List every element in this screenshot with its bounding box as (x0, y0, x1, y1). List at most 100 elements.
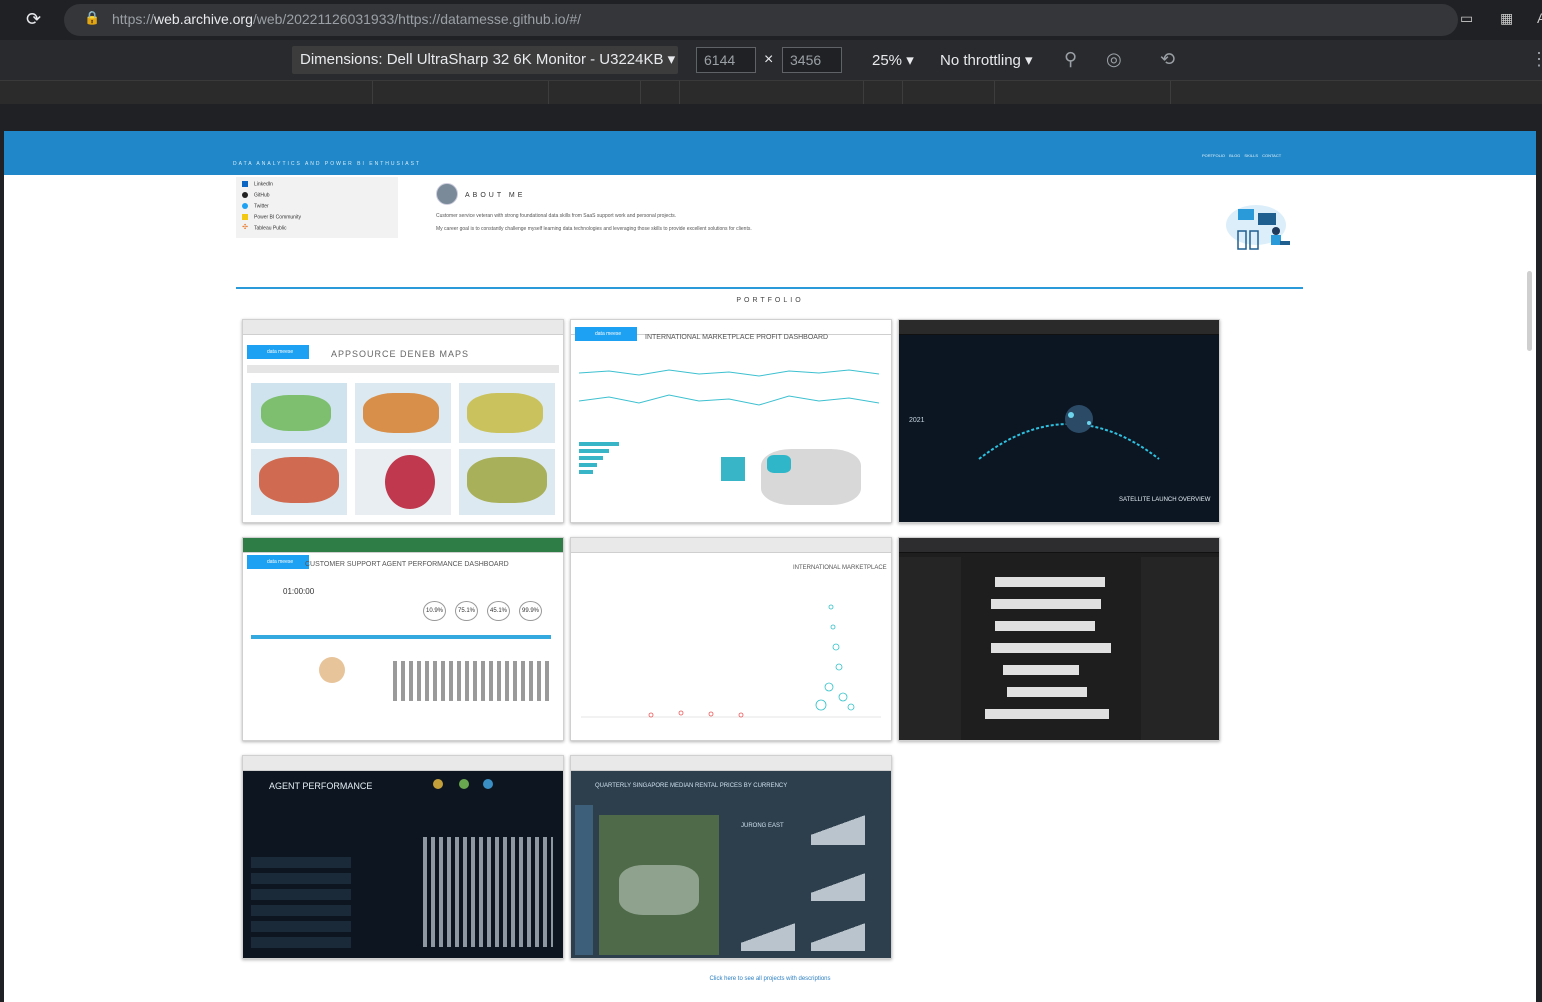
browser-toolbar: ⟳ 🔒 https://web.archive.org/web/20221126… (0, 0, 1542, 40)
reload-icon[interactable]: ⟳ (26, 9, 41, 30)
map-thumbnail (355, 449, 451, 515)
nav-portfolio[interactable]: PORTFOLIO (1202, 153, 1225, 158)
thumb-browser-bar (899, 320, 1219, 335)
height-input[interactable]: 3456 (782, 47, 842, 73)
agent-list (251, 857, 351, 953)
world-map-thumbnail (761, 449, 861, 505)
map-thumbnail (459, 383, 555, 443)
toolbox-panel (899, 557, 961, 740)
overflow-icon[interactable]: A (1537, 10, 1542, 26)
powerbi-icon (242, 214, 248, 220)
dimensions-select[interactable]: Dimensions: Dell UltraSharp 32 6K Monito… (292, 46, 678, 74)
project-card-ssis-package[interactable] (898, 537, 1220, 741)
orbit-visual (978, 405, 1160, 460)
device-emulation-toolbar: Dimensions: Dell UltraSharp 32 6K Monito… (0, 40, 1542, 80)
twitter-icon (242, 203, 248, 209)
top-nav: PORTFOLIO BLOG SKILLS CONTACT (1202, 153, 1281, 158)
chevron-down-icon: ▾ (1025, 52, 1033, 69)
project-title: INTERNATIONAL MARKETPLACE PROFIT DASHBOA… (645, 334, 829, 341)
project-card-agent-performance[interactable]: AGENT PERFORMANCE (242, 755, 564, 959)
more-options-icon[interactable]: ⋮ (1530, 49, 1542, 70)
link-github[interactable]: GitHub (242, 192, 270, 198)
link-twitter[interactable]: Twitter (242, 203, 269, 209)
bar-chart-thumbnail (579, 439, 635, 519)
project-card-marketplace-scatter[interactable]: INTERNATIONAL MARKETPLACE (570, 537, 892, 741)
vision-icon[interactable]: ◎ (1106, 49, 1122, 70)
kpi-time: 01:00:00 (283, 587, 315, 596)
map-thumbnail (355, 383, 451, 443)
scatter-plot-thumbnail (581, 604, 881, 718)
emulated-viewport: DATA ANALYTICS AND POWER BI ENTHUSIAST P… (0, 104, 1542, 1002)
project-card-singapore-rental[interactable]: QUARTERLY SINGAPORE MEDIAN RENTAL PRICES… (570, 755, 892, 959)
section-divider (236, 287, 1303, 289)
kpi-circle: 10.9% (423, 601, 447, 621)
project-card-agent-dashboard[interactable]: data meese CUSTOMER SUPPORT AGENT PERFOR… (242, 537, 564, 741)
nav-contact[interactable]: CONTACT (1262, 153, 1281, 158)
site-header: DATA ANALYTICS AND POWER BI ENTHUSIAST P… (4, 131, 1536, 175)
about-line-2: My career goal is to constantly challeng… (436, 226, 752, 232)
lock-icon[interactable]: 🔒 (84, 10, 100, 26)
sensor-icon[interactable]: ⚲ (1064, 49, 1077, 70)
link-tableau[interactable]: ✣ Tableau Public (242, 224, 286, 231)
website-page: DATA ANALYTICS AND POWER BI ENTHUSIAST P… (4, 131, 1536, 1002)
device-toggle-icon[interactable]: ▭ (1460, 10, 1473, 27)
portfolio-title: PORTFOLIO (736, 297, 804, 304)
site-tagline: DATA ANALYTICS AND POWER BI ENTHUSIAST (233, 161, 421, 167)
bar-chart-thumbnail (423, 837, 553, 947)
kpi-circle: 99.9% (519, 601, 543, 621)
project-card-satellite-launch[interactable]: 2021 SATELLITE LAUNCH OVERVIEW (898, 319, 1220, 523)
brand-badge: data meese (247, 345, 309, 359)
nav-skills[interactable]: SKILLS (1244, 153, 1258, 158)
about-section: ABOUT ME Customer service veteran with s… (436, 183, 1186, 241)
thumb-browser-bar (243, 320, 563, 335)
project-title: CUSTOMER SUPPORT AGENT PERFORMANCE DASHB… (305, 561, 509, 568)
about-title: ABOUT ME (465, 192, 526, 199)
project-title: AGENT PERFORMANCE (269, 781, 373, 791)
kpi-circle: 45.1% (487, 601, 511, 621)
agent-avatar (319, 657, 345, 683)
link-linkedin[interactable]: LinkedIn (242, 181, 273, 187)
chevron-down-icon: ▾ (667, 51, 676, 68)
project-card-marketplace-dashboard[interactable]: data meese INTERNATIONAL MARKETPLACE PRO… (570, 319, 892, 523)
thumb-browser-bar (571, 538, 891, 553)
year-label: 2021 (909, 417, 925, 424)
width-input[interactable]: 6144 (696, 47, 756, 73)
line-chart-thumbnail (579, 369, 879, 406)
extensions-icon[interactable]: ▦ (1500, 10, 1513, 27)
linkedin-icon (242, 181, 248, 187)
nav-blog[interactable]: BLOG (1229, 153, 1240, 158)
kpi-circle: 75.1% (455, 601, 479, 621)
rotate-icon[interactable]: ⟲ (1160, 49, 1175, 70)
media-query-bar (0, 80, 1542, 105)
scrollbar-thumb[interactable] (1527, 271, 1532, 351)
workspace-illustration (1226, 205, 1290, 250)
throttling-select[interactable]: No throttling ▾ (940, 51, 1033, 69)
project-title: QUARTERLY SINGAPORE MEDIAN RENTAL PRICES… (595, 783, 788, 789)
see-all-projects-link[interactable]: Click here to see all projects with desc… (4, 976, 1536, 982)
thumb-browser-bar (899, 538, 1219, 553)
url-text[interactable]: https://web.archive.org/web/202211260319… (112, 11, 581, 27)
thumb-browser-bar (571, 756, 891, 771)
map-thumbnail (251, 383, 347, 443)
thumb-browser-bar (243, 538, 563, 553)
satellite-map-thumbnail (599, 815, 719, 955)
about-line-1: Customer service veteran with strong fou… (436, 213, 677, 219)
project-title: INTERNATIONAL MARKETPLACE (793, 565, 887, 571)
chevron-down-icon: ▾ (906, 52, 914, 69)
project-card-deneb-maps[interactable]: data meese APPSOURCE DENEB MAPS (242, 319, 564, 523)
address-bar[interactable]: 🔒 https://web.archive.org/web/2022112603… (64, 4, 1458, 36)
map-thumbnail (251, 449, 347, 515)
link-powerbi[interactable]: Power BI Community (242, 214, 301, 220)
avatar (436, 183, 458, 205)
github-icon (242, 192, 248, 198)
map-thumbnail (459, 449, 555, 515)
brand-badge: data meese (575, 327, 637, 341)
solution-explorer-panel (1141, 557, 1219, 740)
brand-badge: data meese (247, 555, 309, 569)
project-title: APPSOURCE DENEB MAPS (331, 349, 470, 359)
zoom-select[interactable]: 25% ▾ (872, 51, 914, 69)
tableau-icon: ✣ (242, 224, 248, 231)
region-label: JURONG EAST (741, 823, 784, 829)
bar-chart-thumbnail (393, 661, 553, 701)
thumb-browser-bar (243, 756, 563, 771)
